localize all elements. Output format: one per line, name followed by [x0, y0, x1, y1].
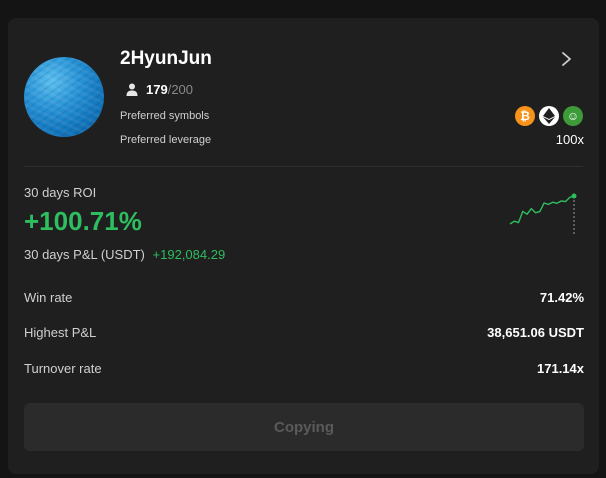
followers-current: 179: [146, 82, 168, 97]
user-icon: [126, 83, 138, 96]
copying-button[interactable]: Copying: [24, 403, 584, 451]
stat-value: 71.42%: [539, 290, 584, 305]
sparkline-line: [509, 195, 575, 225]
stat-row-turnover-rate: Turnover rate 171.14x: [24, 361, 584, 376]
roi-sparkline: [509, 193, 577, 236]
bitcoin-icon: ₿: [515, 106, 535, 126]
avatar: [24, 57, 104, 137]
followers-max: /200: [167, 82, 194, 97]
trader-card[interactable]: 2HyunJun 179 /200 Preferred symbols Pref…: [8, 18, 599, 474]
preferred-symbols: ₿ ☺: [515, 106, 583, 126]
pnl-value: +192,084.29: [152, 247, 226, 262]
ethereum-icon: [539, 106, 559, 126]
stat-value: 171.14x: [537, 361, 584, 376]
trader-name[interactable]: 2HyunJun: [120, 48, 212, 70]
stat-value: 38,651.06 USDT: [487, 325, 584, 340]
stat-row-highest-pnl: Highest P&L 38,651.06 USDT: [24, 325, 584, 340]
pnl-row: 30 days P&L (USDT) +192,084.29: [24, 247, 225, 262]
sparkline-end-dot: [571, 193, 577, 199]
roi-label: 30 days ROI: [24, 185, 97, 200]
pepe-icon: ☺: [563, 106, 583, 126]
pnl-label: 30 days P&L (USDT): [24, 247, 145, 262]
preferred-leverage-value: 100x: [555, 132, 584, 147]
stat-label: Highest P&L: [24, 325, 97, 340]
stat-row-win-rate: Win rate 71.42%: [24, 290, 584, 305]
stat-label: Win rate: [24, 290, 73, 305]
preferred-leverage-label: Preferred leverage: [120, 134, 212, 146]
follower-count: 179 /200: [126, 82, 193, 97]
stat-label: Turnover rate: [24, 361, 102, 376]
chevron-right-icon[interactable]: [559, 49, 575, 69]
divider: [24, 166, 583, 167]
roi-value: +100.71%: [24, 206, 142, 236]
preferred-symbols-label: Preferred symbols: [120, 110, 210, 122]
